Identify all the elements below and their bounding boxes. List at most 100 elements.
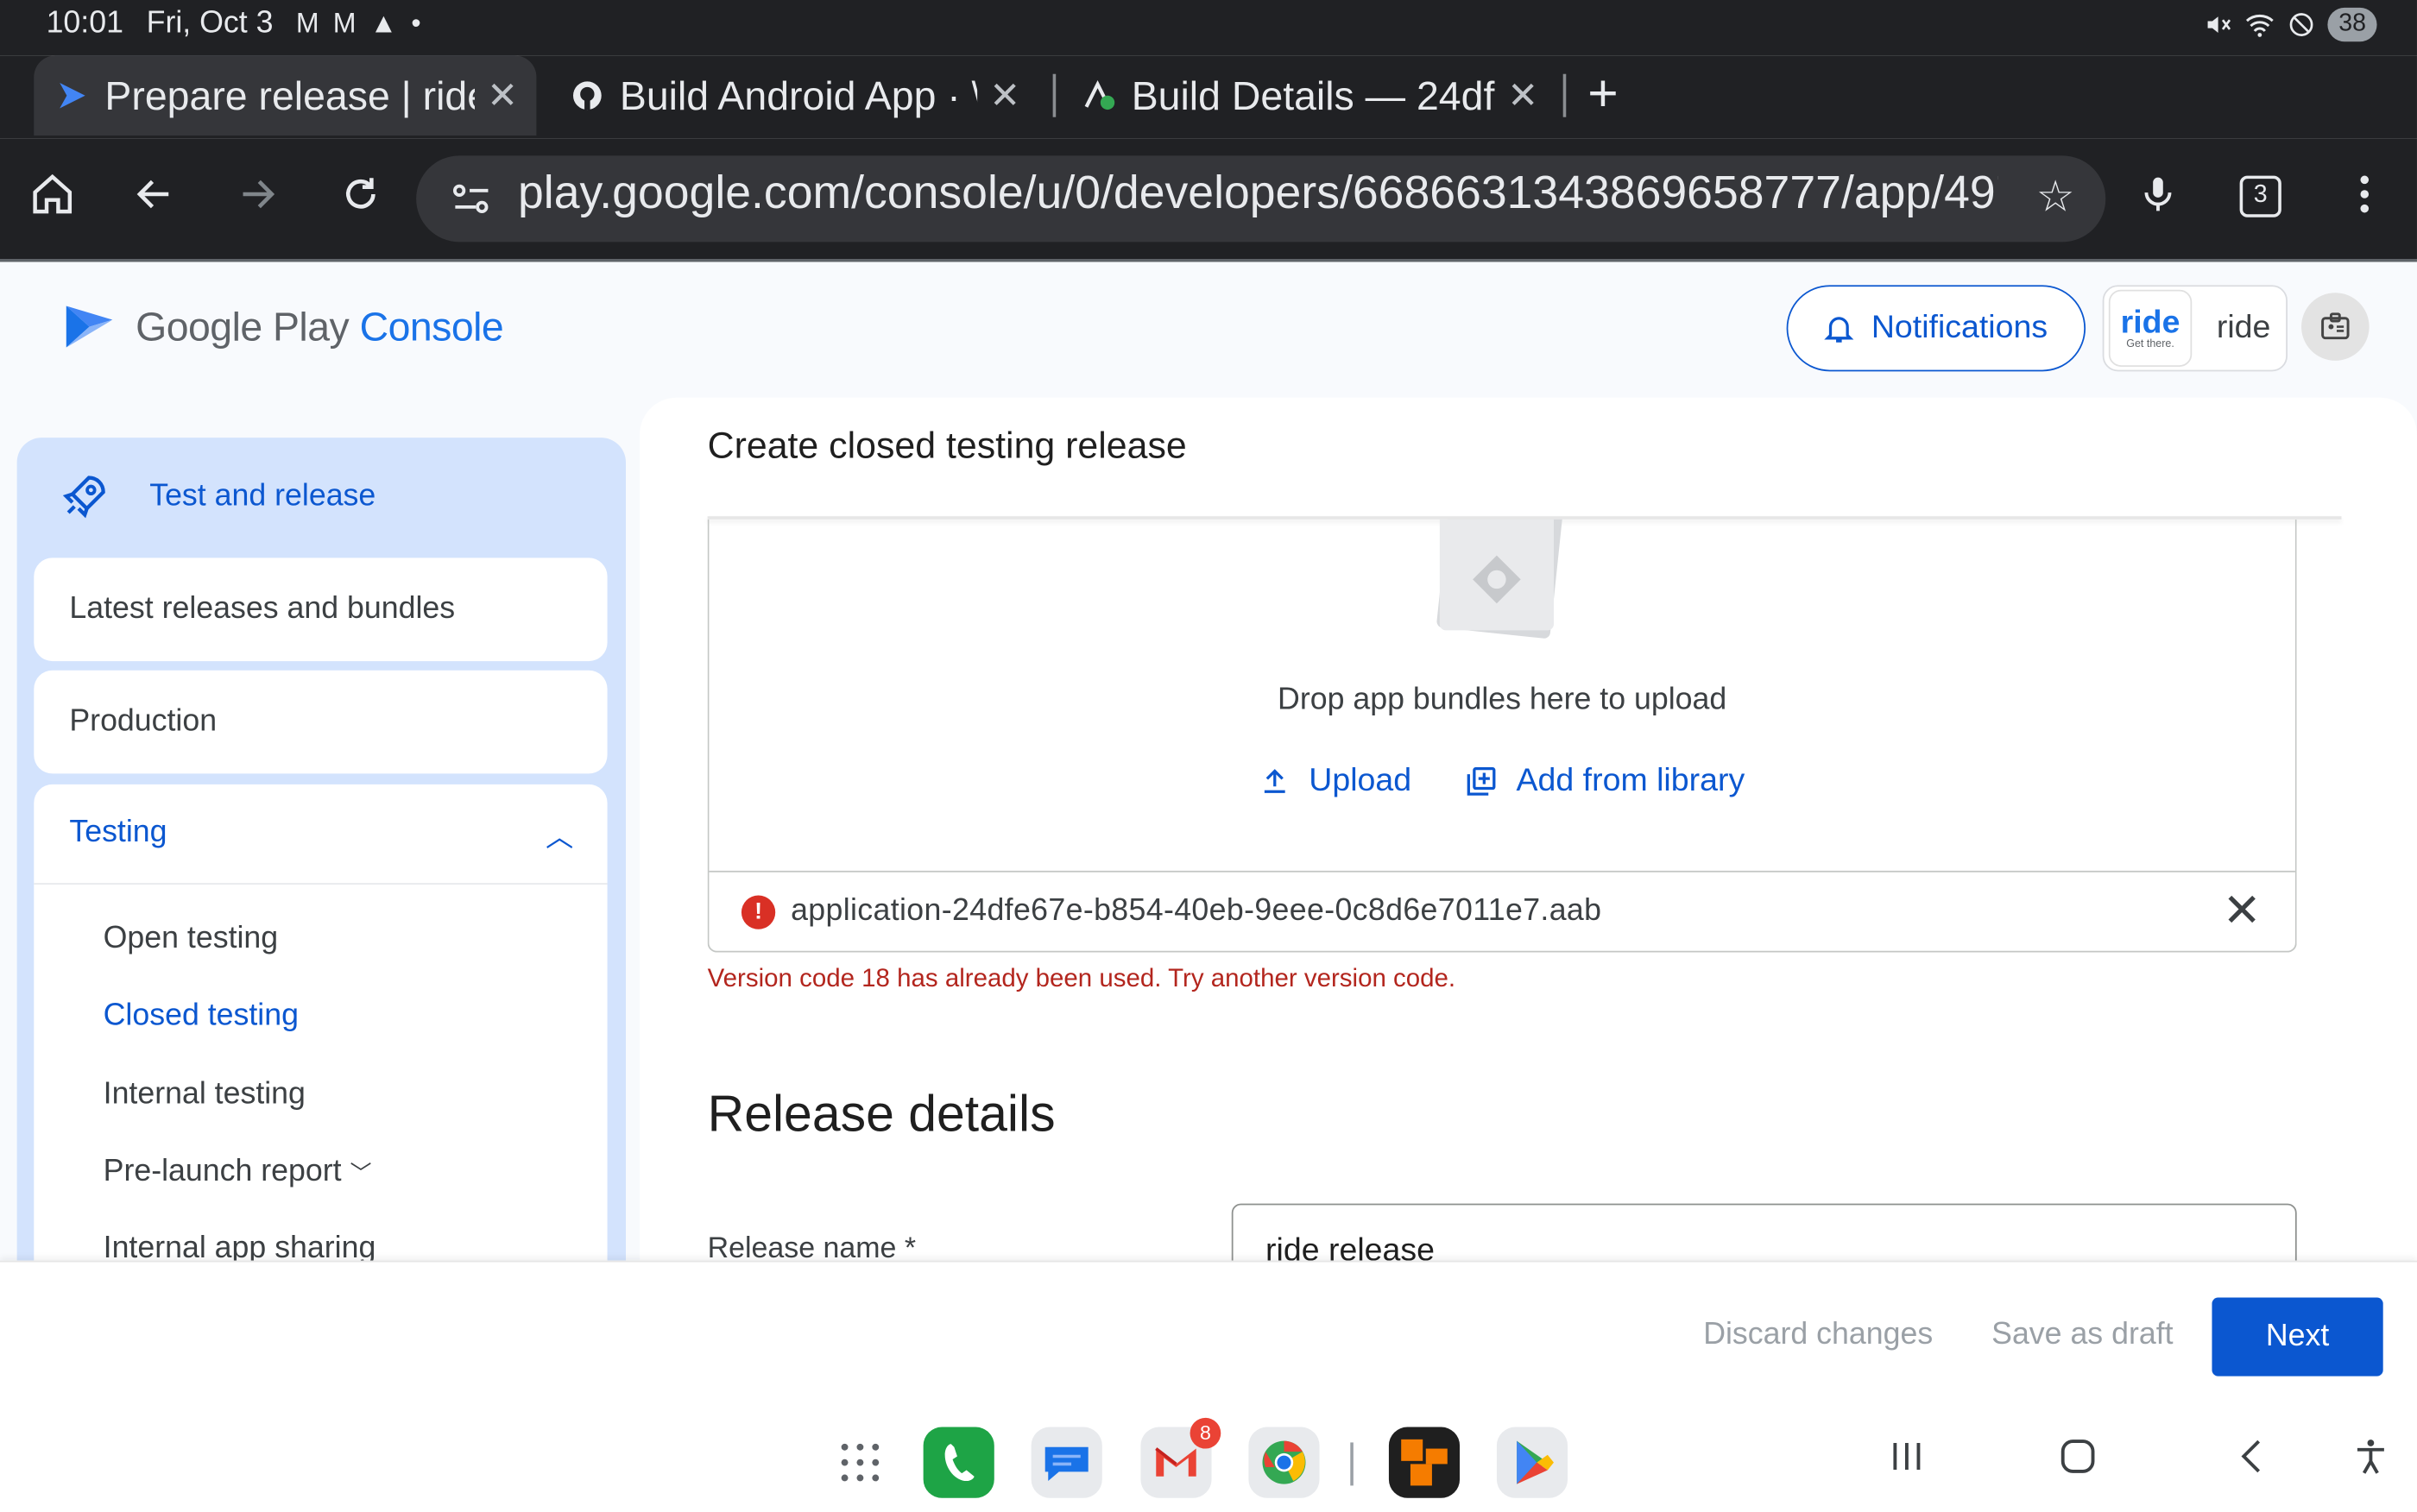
sidebar-section-test-and-release[interactable]: Test and release	[60, 471, 376, 520]
more-vert-icon	[2360, 175, 2370, 213]
sidebar-item-pre-launch-report[interactable]: Pre-launch report ﹀	[104, 1154, 372, 1189]
dnd-icon	[2290, 13, 2313, 36]
next-button[interactable]: Next	[2212, 1297, 2383, 1377]
release-action-bar: Discard changes Save as draft Next	[0, 1260, 2417, 1406]
version-code-error: Version code 18 has already been used. T…	[707, 964, 1456, 992]
sidebar-item-label: Pre-launch report	[103, 1154, 342, 1188]
save-as-draft-button[interactable]: Save as draft	[1991, 1318, 2173, 1353]
sidebar-group-testing: Testing ︿ Open testing Closed testing In…	[34, 784, 608, 1261]
tab-title: Build Details — 24dfe	[1131, 72, 1495, 118]
discard-changes-button[interactable]: Discard changes	[1703, 1318, 1933, 1353]
back-button[interactable]	[123, 163, 185, 224]
page-title: Create closed testing release	[707, 425, 1187, 468]
recent-app-icon[interactable]	[1388, 1427, 1461, 1498]
tab-separator	[1562, 73, 1567, 117]
play-store-app-icon[interactable]	[1496, 1427, 1568, 1498]
reload-button[interactable]	[330, 163, 391, 224]
app-drawer-button[interactable]	[826, 1427, 897, 1498]
tab-prepare-release[interactable]: Prepare release | ride ✕	[34, 55, 537, 136]
release-name-label: Release name *	[707, 1232, 917, 1261]
play-console-logo[interactable]: Google Play Console	[61, 299, 504, 354]
app-logo-tagline: Get there.	[2126, 337, 2174, 350]
uploaded-file-name: application-24dfe67e-b854-40eb-9eee-0c8d…	[791, 893, 1602, 928]
sidebar-item-open-testing[interactable]: Open testing	[104, 922, 279, 957]
play-store-icon	[1517, 1440, 1554, 1484]
phone-icon	[944, 1444, 975, 1482]
upload-icon	[1265, 769, 1285, 793]
dock-separator	[1350, 1442, 1354, 1486]
sidebar-item-latest-releases[interactable]: Latest releases and bundles	[34, 558, 608, 662]
back-chevron-icon	[2241, 1440, 2261, 1473]
close-tab-icon[interactable]: ✕	[1507, 73, 1538, 118]
reload-icon	[345, 178, 375, 209]
bookmark-star-icon[interactable]: ☆	[2036, 171, 2075, 222]
tab-separator	[1052, 73, 1057, 117]
new-tab-button[interactable]: +	[1587, 55, 1618, 132]
notifications-label: Notifications	[1871, 309, 2048, 345]
tab-switcher-button[interactable]: 3	[2239, 175, 2281, 217]
browser-menu-button[interactable]	[2334, 163, 2395, 224]
chevron-down-icon: ﹀	[350, 1160, 372, 1186]
home-circle-icon	[2060, 1440, 2095, 1473]
app-bundle-dropzone[interactable]: Drop app bundles here to upload Upload A…	[707, 519, 2297, 953]
tab-build-android-app[interactable]: Build Android App · \ ✕	[549, 55, 1039, 135]
site-info-icon[interactable]	[447, 174, 496, 224]
mute-icon	[2207, 16, 2231, 33]
sidebar-item-closed-testing[interactable]: Closed testing	[104, 999, 299, 1034]
messages-app-icon[interactable]	[1031, 1427, 1102, 1498]
apps-grid-icon	[841, 1443, 880, 1482]
chrome-app-icon[interactable]	[1248, 1427, 1320, 1498]
home-nav-button[interactable]	[2058, 1436, 2098, 1487]
battery-indicator: 38	[2327, 7, 2377, 42]
messages-icon	[1044, 1446, 1089, 1482]
account-badge-icon	[2321, 312, 2350, 340]
sidebar-nav: Test and release Latest releases and bun…	[16, 438, 626, 1261]
accessibility-icon	[2357, 1440, 2384, 1474]
play-console-favicon-icon	[60, 82, 85, 109]
sidebar-item-testing[interactable]: Testing	[69, 816, 167, 851]
github-icon	[572, 81, 602, 110]
tab-title: Build Android App · \	[619, 72, 977, 118]
gmail-badge: 8	[1190, 1417, 1221, 1449]
upload-button[interactable]: Upload	[1259, 763, 1411, 800]
app-logo-text: ride	[2120, 304, 2180, 340]
home-button[interactable]	[22, 163, 83, 224]
upload-label: Upload	[1309, 762, 1412, 798]
app-switcher[interactable]: ride Get there. ride	[2102, 285, 2288, 372]
status-time: 10:01	[46, 6, 123, 41]
browser-toolbar: play.google.com/console/u/0/developers/6…	[0, 138, 2417, 259]
back-nav-button[interactable]	[2232, 1436, 2272, 1487]
phone-app-icon[interactable]	[923, 1427, 994, 1498]
gmail-app-icon[interactable]: 8	[1140, 1417, 1221, 1498]
divider	[34, 883, 608, 885]
sidebar-item-production[interactable]: Production	[34, 670, 608, 774]
app-name: ride	[2216, 309, 2271, 345]
voice-search-button[interactable]	[2127, 163, 2188, 224]
forward-button[interactable]	[226, 163, 287, 224]
app-bundle-illustration-icon	[1436, 519, 1563, 639]
tab-build-details[interactable]: Build Details — 24dfe ✕	[1061, 55, 1557, 135]
notifications-button[interactable]: Notifications	[1786, 285, 2086, 372]
play-console-logo-icon	[66, 306, 113, 348]
uploaded-file-row: ! application-24dfe67e-b854-40eb-9eee-0c…	[709, 870, 2295, 951]
sidebar-section-label: Test and release	[149, 478, 376, 513]
remove-file-close-icon[interactable]: ✕	[2223, 885, 2262, 938]
accessibility-button[interactable]	[2351, 1436, 2390, 1487]
release-name-input[interactable]: ride release	[1231, 1203, 2297, 1261]
build-service-icon	[1084, 80, 1115, 110]
close-tab-icon[interactable]: ✕	[487, 73, 518, 118]
developer-account-button[interactable]	[2301, 293, 2370, 361]
system-icons: 38	[2205, 7, 2377, 42]
add-from-library-button[interactable]: Add from library	[1464, 763, 1745, 800]
status-date: Fri, Oct 3	[146, 6, 274, 41]
recents-button[interactable]	[1887, 1436, 1927, 1487]
sidebar-item-internal-app-sharing[interactable]: Internal app sharing	[104, 1232, 376, 1261]
chevron-up-icon[interactable]: ︿	[546, 816, 573, 855]
sidebar-item-internal-testing[interactable]: Internal testing	[104, 1077, 306, 1112]
error-icon: !	[741, 894, 776, 929]
home-icon	[33, 173, 73, 214]
address-bar[interactable]: play.google.com/console/u/0/developers/6…	[416, 155, 2106, 243]
url-text: play.google.com/console/u/0/developers/6…	[517, 167, 1998, 219]
close-tab-icon[interactable]: ✕	[989, 73, 1020, 118]
android-taskbar: 8	[0, 1405, 2417, 1512]
